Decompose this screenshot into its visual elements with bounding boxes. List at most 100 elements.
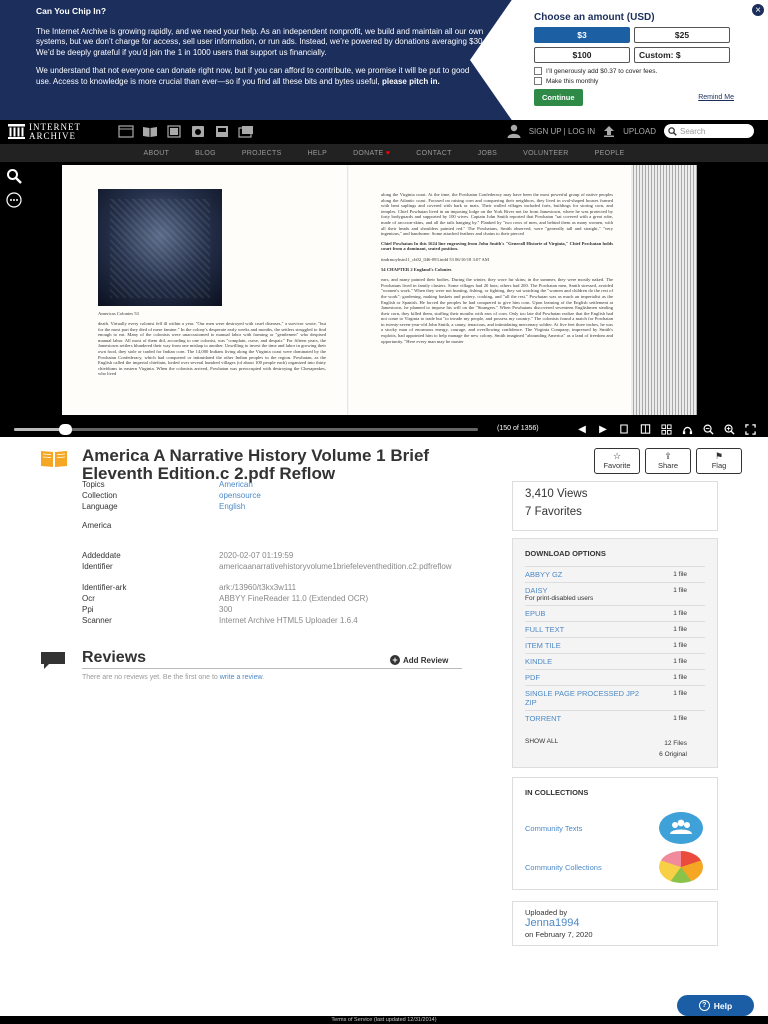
- scanner-value: Internet Archive HTML5 Uploader 1.6.4: [219, 616, 358, 625]
- collection-community-texts-link[interactable]: Community Texts: [525, 824, 582, 833]
- identifier-label: Identifier: [82, 562, 113, 571]
- topics-label: Topics: [82, 480, 105, 489]
- donation-banner: Can You Chip In? The Internet Archive is…: [0, 0, 768, 120]
- ocr-value: ABBYY FineReader 11.0 (Extended OCR): [219, 594, 369, 603]
- download-pdf-link[interactable]: PDF: [525, 673, 540, 682]
- topics-value[interactable]: American: [219, 480, 459, 490]
- upload-link[interactable]: UPLOAD: [623, 127, 656, 136]
- nav-projects[interactable]: PROJECTS: [242, 150, 282, 157]
- nav-about[interactable]: ABOUT: [144, 150, 170, 157]
- donation-panel: Choose an amount (USD) $3 $25 $100 Custo…: [470, 0, 768, 120]
- remind-me-link[interactable]: Remind Me: [698, 94, 734, 101]
- amount-3-button[interactable]: $3: [534, 27, 630, 43]
- no-reviews-end: .: [262, 674, 265, 681]
- download-abbyy-gz-link[interactable]: ABBYY GZ: [525, 570, 562, 579]
- book-page-right[interactable]: along the Virginia coast. At the time, t…: [349, 165, 631, 415]
- close-banner-button[interactable]: ×: [751, 3, 765, 17]
- images-icon[interactable]: [238, 125, 254, 138]
- help-button[interactable]: ? Help: [677, 995, 754, 1016]
- audio-icon[interactable]: [190, 125, 206, 138]
- community-texts-thumbnail[interactable]: [659, 812, 703, 844]
- write-review-link[interactable]: write a review: [220, 674, 262, 681]
- amount-title: Choose an amount (USD): [534, 12, 655, 23]
- user-icon[interactable]: [507, 124, 521, 138]
- favorite-button[interactable]: ☆ Favorite: [594, 448, 640, 474]
- fullscreen-icon[interactable]: [743, 423, 757, 435]
- download-row: FULL TEXT 1 file: [525, 621, 705, 637]
- nav-people[interactable]: PEOPLE: [595, 150, 625, 157]
- download-item-tile-link[interactable]: ITEM TILE: [525, 641, 561, 650]
- next-page-icon[interactable]: ▶: [596, 423, 610, 435]
- flag-label: Flag: [711, 461, 727, 470]
- cover-fees-row[interactable]: I’ll generously add $0.37 to cover fees.: [534, 67, 734, 75]
- cover-fees-checkbox[interactable]: [534, 67, 542, 75]
- internet-archive-logo[interactable]: INTERNET ARCHIVE: [8, 123, 81, 140]
- custom-amount-input[interactable]: Custom: $: [634, 47, 730, 63]
- donation-paragraph-2: We understand that not everyone can dona…: [36, 66, 486, 87]
- add-review-button[interactable]: + Add Review: [390, 655, 448, 665]
- top-nav: INTERNET ARCHIVE SIGN UP | LOG IN UPLOAD…: [0, 120, 768, 144]
- reader-side-tools: [6, 168, 22, 208]
- nav-help[interactable]: HELP: [308, 150, 328, 157]
- read-aloud-icon[interactable]: [680, 423, 694, 435]
- nav-blog[interactable]: BLOG: [195, 150, 216, 157]
- nav-contact[interactable]: CONTACT: [416, 150, 451, 157]
- one-page-view-icon[interactable]: [617, 423, 631, 435]
- community-collections-thumbnail[interactable]: [659, 851, 703, 883]
- media-type-icons: [118, 125, 254, 138]
- download-full-text-link[interactable]: FULL TEXT: [525, 625, 564, 634]
- monthly-row[interactable]: Make this monthly: [534, 77, 734, 85]
- search-input[interactable]: Search: [664, 124, 754, 138]
- nav-jobs[interactable]: JOBS: [478, 150, 497, 157]
- reader-search-icon[interactable]: [6, 168, 22, 184]
- file-count: 1 file: [673, 626, 687, 633]
- search-placeholder: Search: [680, 126, 706, 136]
- texts-icon[interactable]: [142, 125, 158, 138]
- prev-page-icon[interactable]: ◀: [575, 423, 589, 435]
- zoom-out-icon[interactable]: [701, 423, 715, 435]
- download-kindle-link[interactable]: KINDLE: [525, 657, 552, 666]
- download-epub-link[interactable]: EPUB: [525, 609, 545, 618]
- amount-100-button[interactable]: $100: [534, 47, 630, 63]
- web-icon[interactable]: [118, 125, 134, 138]
- monthly-checkbox[interactable]: [534, 77, 542, 85]
- download-torrent-link[interactable]: TORRENT: [525, 714, 561, 723]
- page-slider-fill: [14, 428, 66, 431]
- collection-community-collections-link[interactable]: Community Collections: [525, 863, 602, 872]
- more-options-icon[interactable]: [6, 192, 22, 208]
- two-page-view-icon[interactable]: [638, 423, 652, 435]
- page-slider-handle[interactable]: [59, 424, 73, 435]
- total-files[interactable]: 12 Files: [659, 738, 687, 749]
- upload-icon[interactable]: [603, 125, 615, 137]
- page-slider-track[interactable]: [14, 428, 478, 431]
- thumbnail-view-icon[interactable]: [659, 423, 673, 435]
- language-value[interactable]: English: [219, 502, 459, 512]
- software-icon[interactable]: [214, 125, 230, 138]
- download-jp2-zip-link[interactable]: SINGLE PAGE PROCESSED JP2 ZIP: [525, 689, 645, 707]
- continue-button[interactable]: Continue: [534, 89, 583, 106]
- download-daisy-link[interactable]: DAISY: [525, 586, 548, 595]
- share-button[interactable]: ⇪ Share: [645, 448, 691, 474]
- nav-volunteer[interactable]: VOLUNTEER: [523, 150, 569, 157]
- favorites-count: 7 Favorites: [525, 506, 582, 518]
- show-all-link[interactable]: SHOW ALL: [525, 738, 558, 745]
- nav-donate[interactable]: DONATE ♥: [353, 150, 390, 157]
- terms-link[interactable]: Terms of Service (last updated 12/31/201…: [331, 1017, 436, 1023]
- file-count: 1 file: [673, 690, 687, 697]
- book-page-left[interactable]: Americas Colonies 53 death. Virtually ev…: [62, 165, 348, 415]
- identifier-ark-value: ark:/13960/t3kx3w111: [219, 583, 297, 592]
- signup-login-link[interactable]: SIGN UP | LOG IN: [529, 127, 595, 136]
- flag-button[interactable]: ⚑ Flag: [696, 448, 742, 474]
- left-page-text: death. Virtually every colonist fell ill…: [98, 321, 326, 377]
- video-icon[interactable]: [166, 125, 182, 138]
- collection-value[interactable]: opensource: [219, 491, 459, 501]
- zoom-in-icon[interactable]: [722, 423, 736, 435]
- no-reviews-text: There are no reviews yet. Be the first o…: [82, 674, 218, 681]
- right-page-caption: Chief Powhatan In this 1624 line engravi…: [381, 240, 613, 252]
- uploader-name-link[interactable]: Jenna1994: [525, 917, 705, 930]
- amount-25-button[interactable]: $25: [634, 27, 730, 43]
- collection-label: Collection: [82, 491, 118, 500]
- files-summary: 12 Files 6 Original: [659, 738, 687, 760]
- original-files[interactable]: 6 Original: [659, 749, 687, 760]
- share-icon: ⇪: [664, 451, 672, 461]
